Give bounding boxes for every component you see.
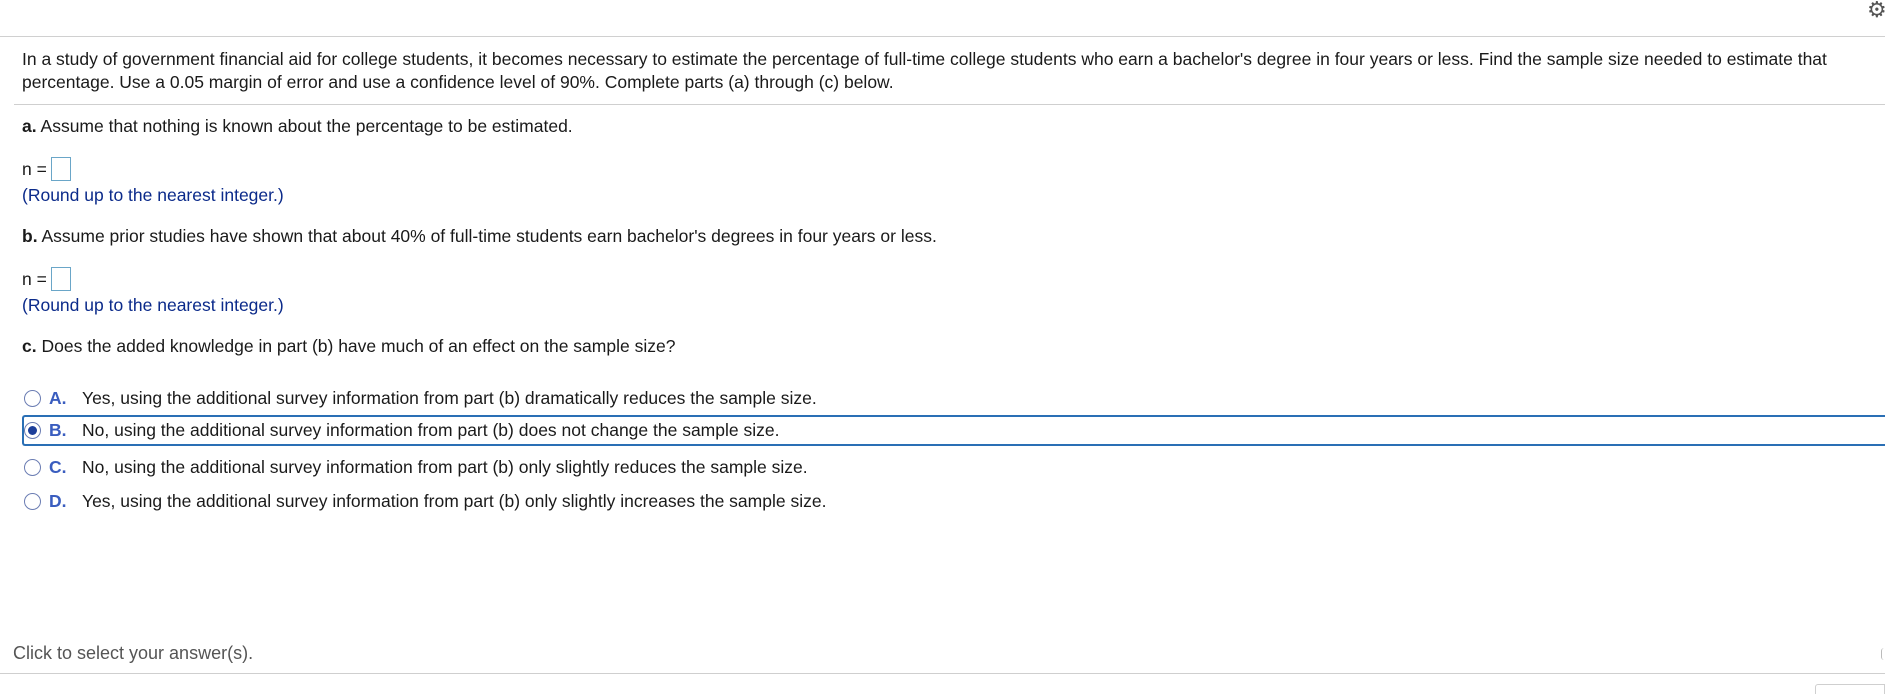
part-c-text: Does the added knowledge in part (b) hav… bbox=[41, 336, 676, 356]
part-c-prompt: c. Does the added knowledge in part (b) … bbox=[22, 335, 675, 357]
option-text: Yes, using the additional survey informa… bbox=[82, 388, 817, 408]
option-c[interactable]: C. No, using the additional survey infor… bbox=[22, 452, 1885, 483]
radio-button-selected[interactable] bbox=[24, 422, 41, 439]
divider bbox=[14, 104, 1885, 105]
scroll-handle[interactable] bbox=[1881, 648, 1885, 660]
part-a-letter: a. bbox=[22, 116, 37, 136]
part-b-prompt: b. Assume prior studies have shown that … bbox=[22, 225, 937, 247]
option-a[interactable]: A. Yes, using the additional survey info… bbox=[22, 383, 1885, 414]
part-a-prompt: a. Assume that nothing is known about th… bbox=[22, 115, 573, 137]
gear-icon[interactable]: ⚙ bbox=[1867, 0, 1885, 22]
part-a-answer-row: n = bbox=[22, 155, 71, 183]
option-letter: A. bbox=[49, 388, 67, 408]
part-a-text: Assume that nothing is known about the p… bbox=[40, 116, 573, 136]
footer-button[interactable] bbox=[1815, 684, 1885, 694]
option-letter: B. bbox=[49, 420, 67, 440]
question-intro: In a study of government financial aid f… bbox=[22, 49, 1827, 92]
option-letter: C. bbox=[49, 457, 67, 477]
option-text: No, using the additional survey informat… bbox=[82, 420, 780, 440]
footer-divider bbox=[0, 673, 1885, 674]
part-b-hint: (Round up to the nearest integer.) bbox=[22, 295, 284, 315]
radio-button[interactable] bbox=[24, 493, 41, 510]
radio-button[interactable] bbox=[24, 390, 41, 407]
part-b-answer-row: n = bbox=[22, 265, 71, 293]
option-text: No, using the additional survey informat… bbox=[82, 457, 808, 477]
option-b[interactable]: B. No, using the additional survey infor… bbox=[22, 415, 1885, 446]
part-b-text: Assume prior studies have shown that abo… bbox=[41, 226, 937, 246]
part-a-hint: (Round up to the nearest integer.) bbox=[22, 185, 284, 205]
option-text: Yes, using the additional survey informa… bbox=[82, 491, 827, 511]
option-d[interactable]: D. Yes, using the additional survey info… bbox=[22, 486, 1885, 517]
part-a-answer-input[interactable] bbox=[50, 157, 71, 181]
part-b-n-label: n = bbox=[22, 268, 47, 289]
part-a-n-label: n = bbox=[22, 158, 47, 179]
part-b-answer-input[interactable] bbox=[50, 267, 71, 291]
status-text: Click to select your answer(s). bbox=[13, 643, 254, 663]
option-letter: D. bbox=[49, 491, 67, 511]
top-bar: ⚙ bbox=[0, 0, 1885, 37]
radio-button[interactable] bbox=[24, 459, 41, 476]
part-c-letter: c. bbox=[22, 336, 37, 356]
radio-dot-icon bbox=[28, 426, 37, 435]
part-b-letter: b. bbox=[22, 226, 38, 246]
